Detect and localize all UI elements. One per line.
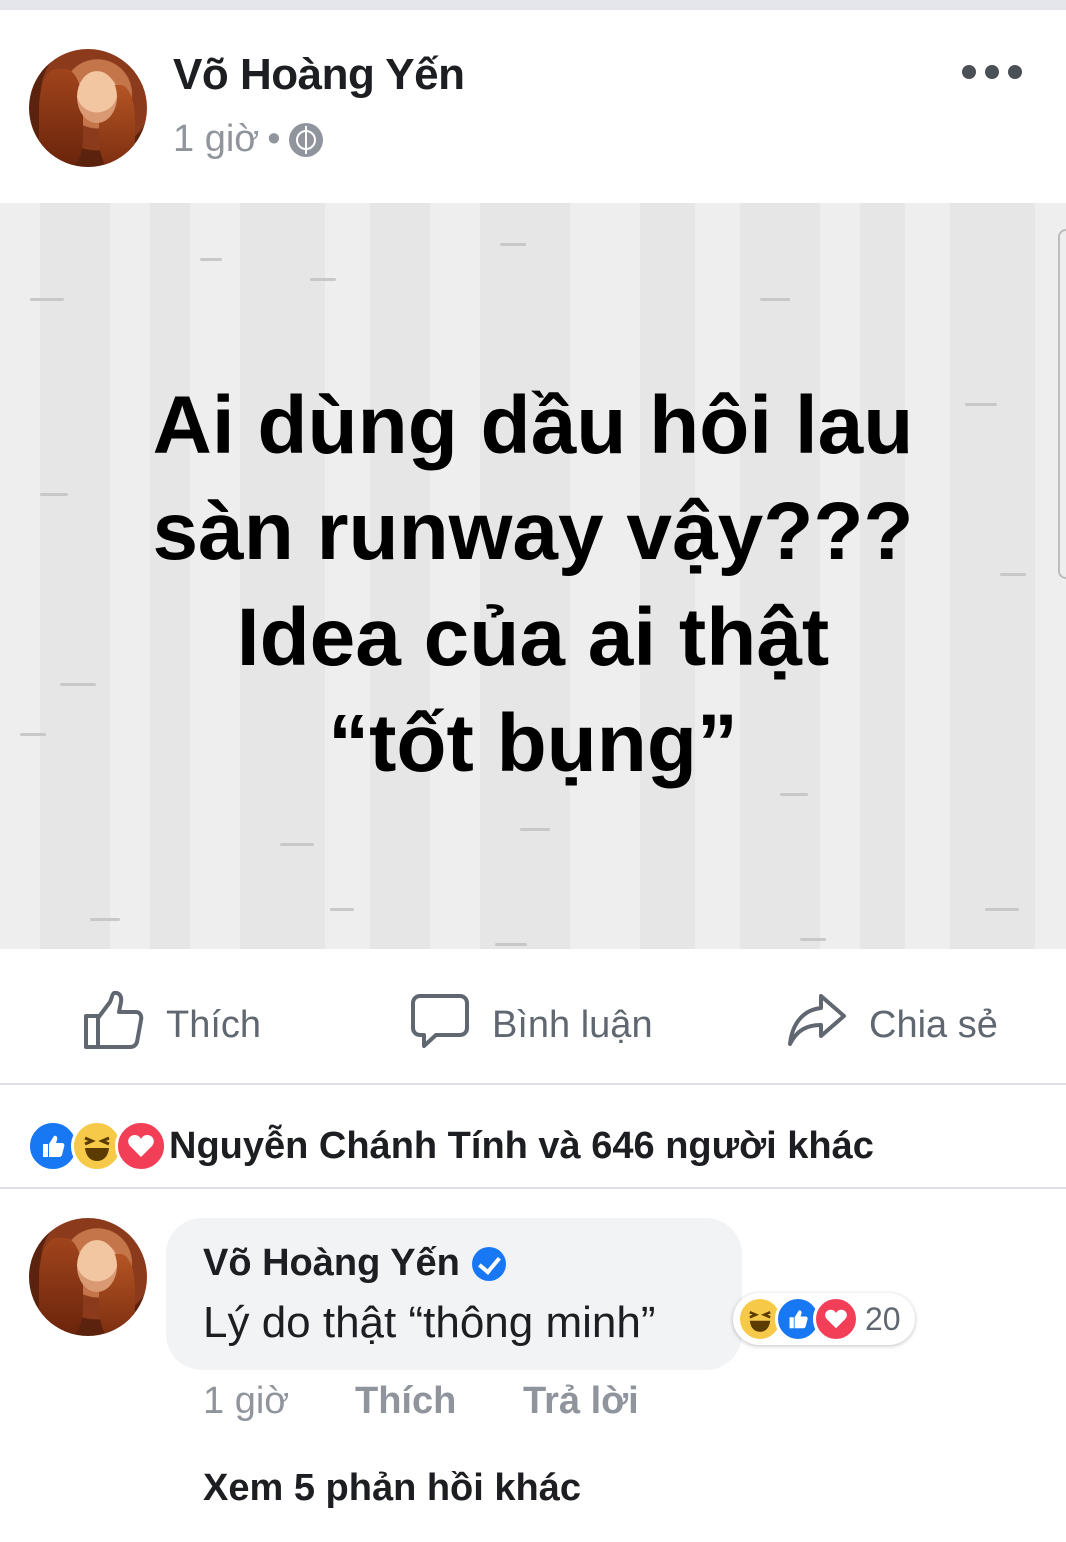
comment-bubble-icon bbox=[410, 990, 470, 1060]
share-label: Chia sẻ bbox=[869, 1003, 998, 1046]
top-divider bbox=[0, 0, 1066, 10]
reactions-summary[interactable]: Nguyễn Chánh Tính và 646 người khác bbox=[27, 1120, 874, 1172]
like-label: Thích bbox=[166, 1003, 262, 1046]
post-background-image[interactable]: Ai dùng dầu hôi lau sàn runway vậy??? Id… bbox=[0, 203, 1066, 949]
dot-icon bbox=[1008, 65, 1022, 79]
view-more-replies-link[interactable]: Xem 5 phản hồi khác bbox=[203, 1467, 581, 1510]
meta-separator: • bbox=[267, 118, 281, 160]
share-button[interactable]: Chia sẻ bbox=[787, 990, 998, 1060]
love-icon bbox=[813, 1296, 859, 1342]
more-options-button[interactable] bbox=[962, 60, 1022, 84]
post-text: Ai dùng dầu hôi lau sàn runway vậy??? Id… bbox=[0, 373, 1066, 797]
share-arrow-icon bbox=[787, 990, 847, 1060]
divider bbox=[0, 1187, 1066, 1189]
comment-reply-button[interactable]: Trả lời bbox=[523, 1380, 639, 1423]
comment-button[interactable]: Bình luận bbox=[410, 990, 653, 1060]
comment-label: Bình luận bbox=[492, 1003, 653, 1046]
post-time[interactable]: 1 giờ bbox=[173, 118, 259, 161]
comment-like-button[interactable]: Thích bbox=[355, 1380, 523, 1423]
scrollbar[interactable] bbox=[1058, 229, 1066, 579]
author-avatar[interactable] bbox=[29, 49, 147, 167]
love-icon bbox=[115, 1120, 167, 1172]
verified-badge-icon bbox=[471, 1246, 506, 1281]
commenter-avatar[interactable] bbox=[29, 1218, 147, 1336]
post-text-line: sàn runway vậy??? bbox=[152, 486, 914, 577]
thumbs-up-icon bbox=[82, 990, 144, 1060]
comment-reactions[interactable]: 20 bbox=[733, 1293, 915, 1345]
reactions-summary-text: Nguyễn Chánh Tính và 646 người khác bbox=[169, 1124, 874, 1167]
comment-actions: 1 giờ Thích Trả lời bbox=[203, 1380, 639, 1423]
dot-icon bbox=[962, 65, 976, 79]
comment-author-name: Võ Hoàng Yến bbox=[203, 1242, 460, 1284]
dot-icon bbox=[985, 65, 999, 79]
comment-reaction-count: 20 bbox=[865, 1300, 901, 1337]
post-author-name[interactable]: Võ Hoàng Yến bbox=[173, 50, 465, 100]
post-text-line: Idea của ai thật bbox=[236, 592, 830, 683]
comment-text: Lý do thật “thông minh” bbox=[203, 1298, 656, 1347]
globe-icon bbox=[288, 122, 323, 157]
post-meta: 1 giờ • bbox=[173, 118, 323, 161]
like-button[interactable]: Thích bbox=[82, 990, 261, 1060]
post-text-line: Ai dùng dầu hôi lau bbox=[152, 380, 914, 471]
comment-bubble[interactable]: Võ Hoàng Yến Lý do thật “thông minh” bbox=[166, 1218, 742, 1370]
comment-time[interactable]: 1 giờ bbox=[203, 1380, 355, 1423]
post-text-line: “tốt bụng” bbox=[328, 698, 738, 789]
comment-author[interactable]: Võ Hoàng Yến bbox=[203, 1242, 506, 1285]
post-action-bar: Thích Bình luận Chia sẻ bbox=[0, 950, 1066, 1085]
